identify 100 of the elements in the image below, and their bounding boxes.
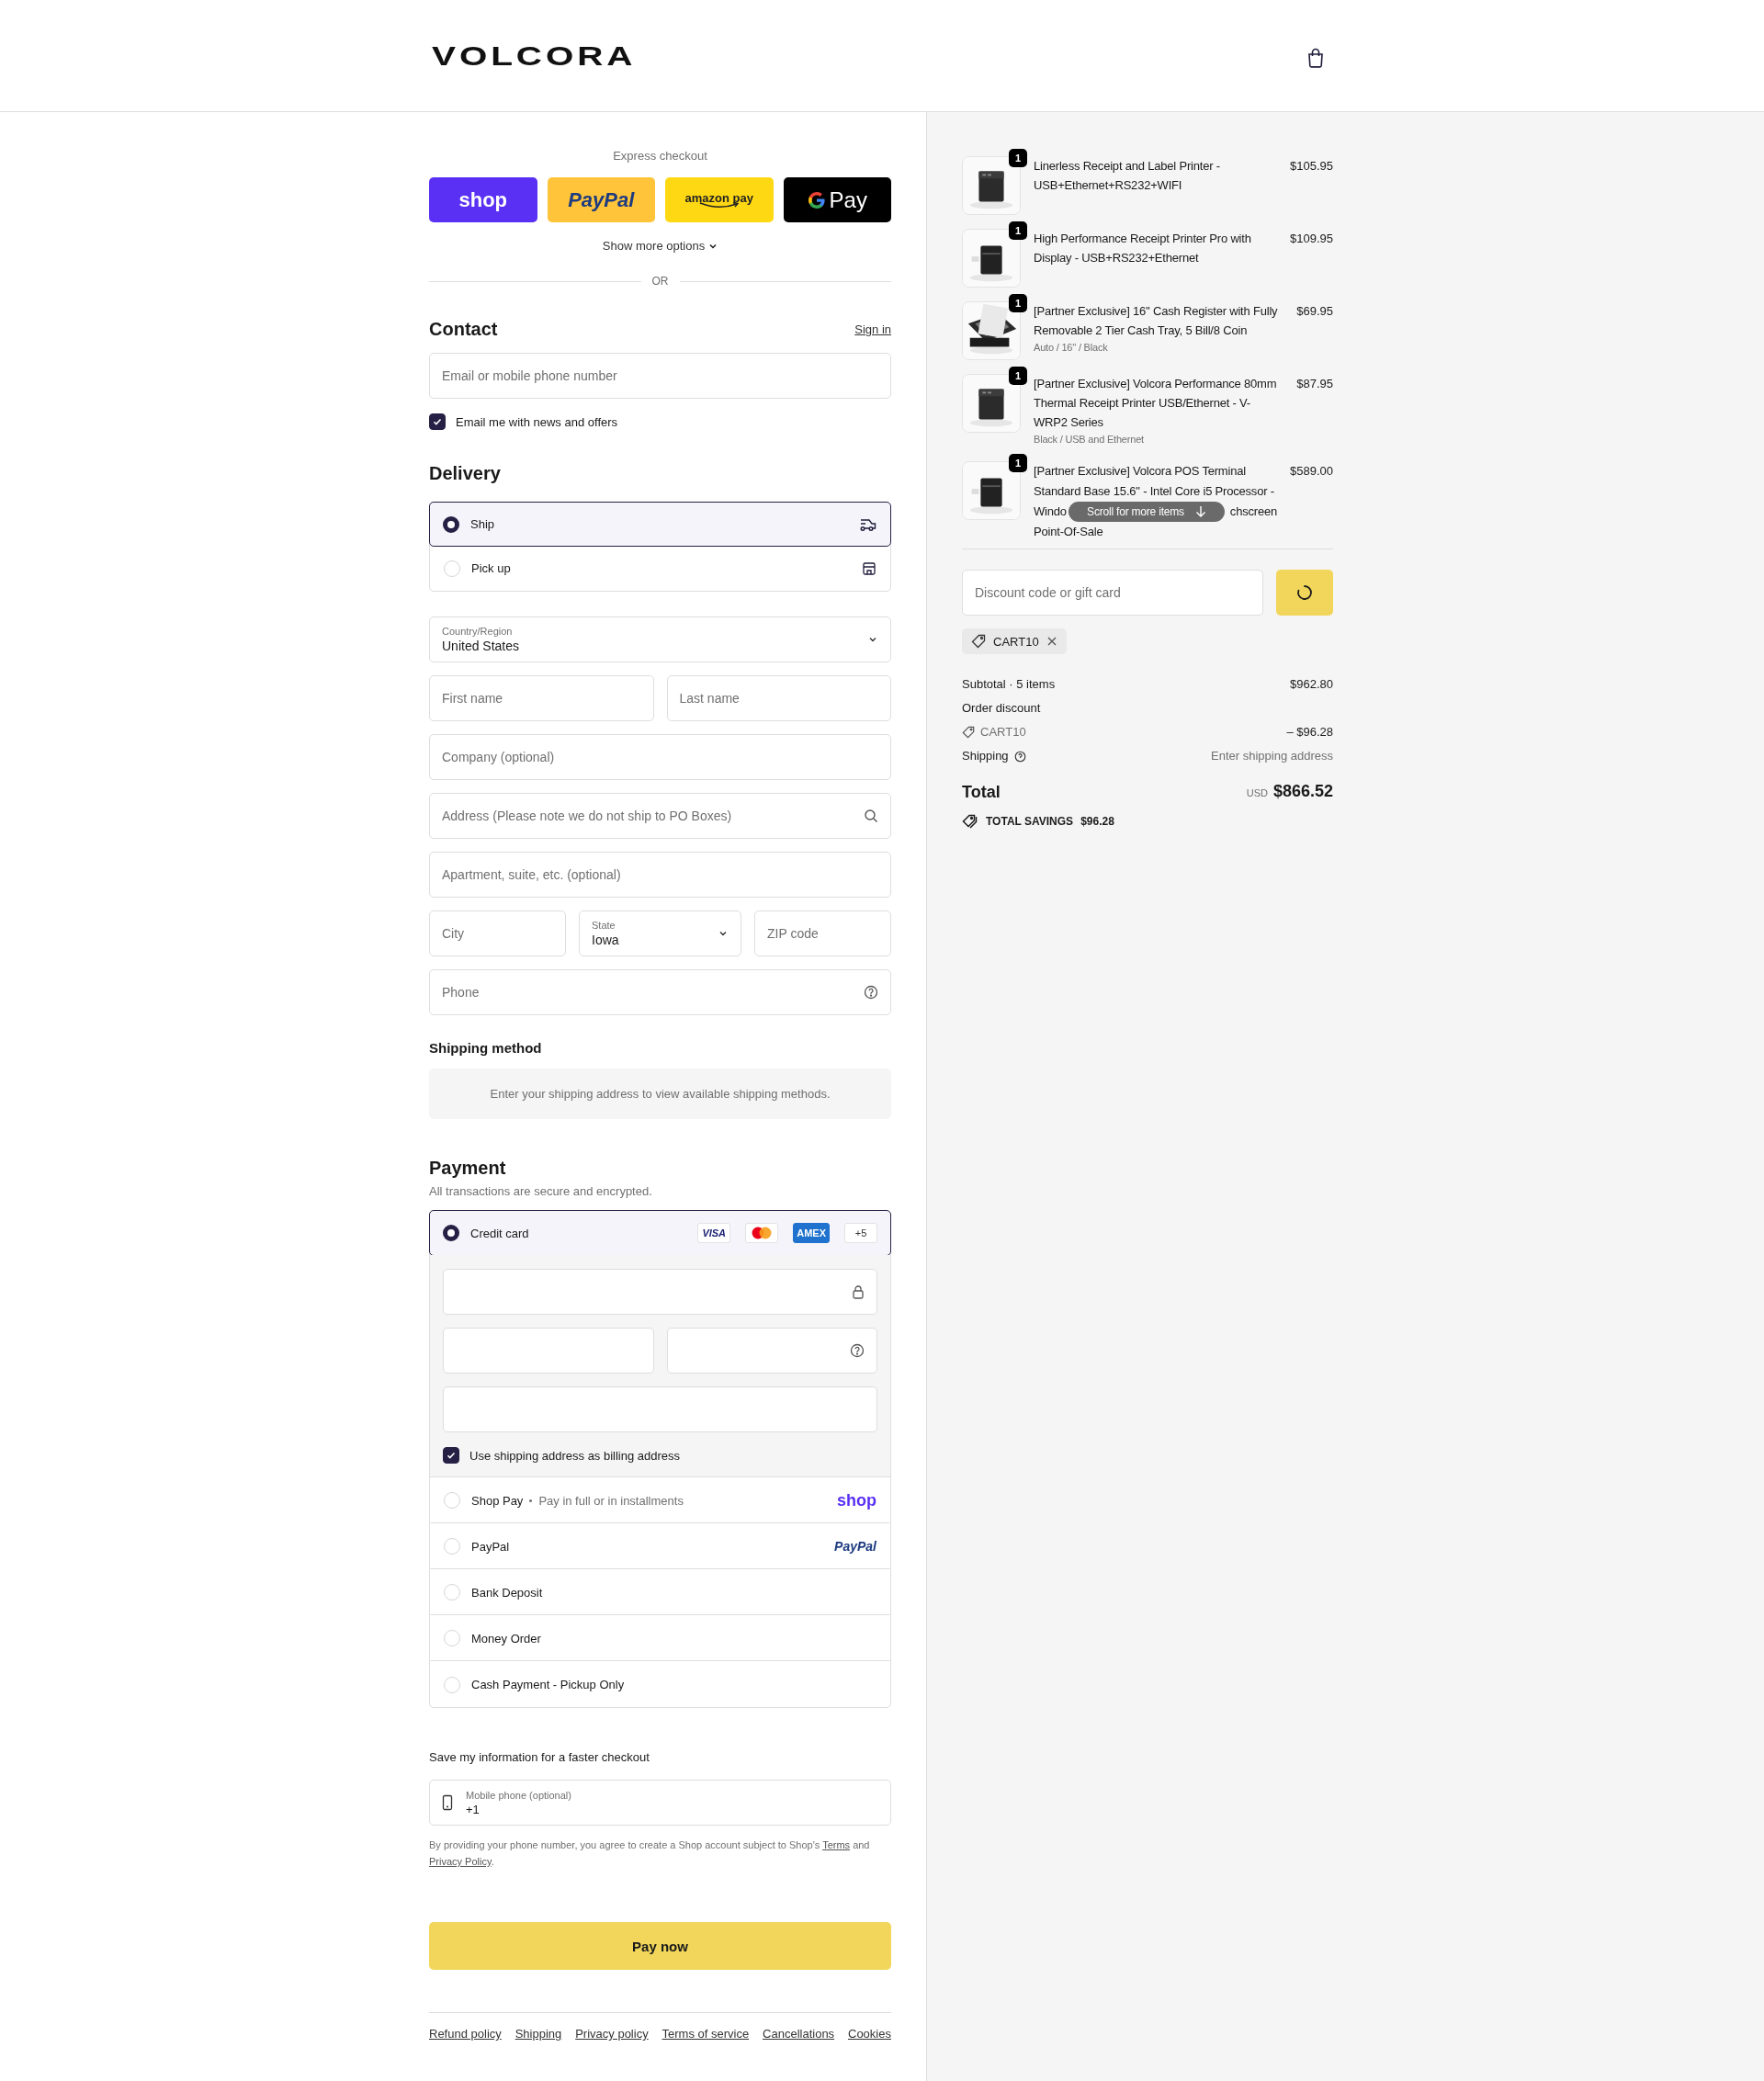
product-title: Linerless Receipt and Label Printer - USB+Ethernet+RS232+WIFI [1034, 158, 1221, 194]
footer-link[interactable]: Shipping [514, 2027, 562, 2041]
checkbox[interactable] [429, 413, 446, 430]
payment-option[interactable]: PayPal PayPal [430, 1523, 890, 1569]
lock-icon [852, 1284, 865, 1299]
product-price: $589.00 [1290, 463, 1333, 480]
express-pay-button[interactable]: PayPal [547, 177, 655, 222]
section-heading: Payment [429, 1158, 506, 1179]
help-icon [1013, 750, 1026, 763]
card-brand-badge: VISA [697, 1223, 731, 1243]
checkmark-icon [446, 1450, 457, 1461]
sign-in-link[interactable]: Sign in [854, 322, 891, 336]
input-field[interactable]: City [429, 910, 566, 956]
product-title-fragment: Point-Of-Sale [1034, 524, 1103, 540]
input-field[interactable]: Company (optional) [429, 734, 891, 780]
section-heading: Shipping method [429, 1040, 542, 1056]
close-icon[interactable] [1046, 636, 1057, 647]
input-field[interactable]: Apartment, suite, etc. (optional) [429, 852, 891, 898]
summary-label: Order discount [962, 700, 1041, 717]
product-price: $87.95 [1296, 376, 1333, 392]
discount-tag: CART10 [962, 628, 1067, 654]
section-subtitle: All transactions are secure and encrypted. [429, 1184, 653, 1198]
select-field[interactable]: State Iowa [579, 910, 741, 956]
phone-field[interactable]: Mobile phone (optional) +1 [429, 1780, 891, 1826]
summary-value: $962.80 [1290, 676, 1333, 693]
checkmark-icon [432, 416, 443, 427]
product-title-fragment: Standard Base 15.6" - Intel Core i5 Processor - [1034, 483, 1274, 500]
tags-icon [962, 814, 978, 829]
quantity-badge: 1 [1009, 367, 1027, 385]
summary-label: Subtotal · 5 items [962, 676, 1056, 693]
footer-link[interactable]: Privacy policy [575, 2027, 649, 2041]
input-field[interactable]: ZIP code [754, 910, 891, 956]
discount-code: CART10 [980, 724, 1026, 741]
product-title: High Performance Receipt Printer Pro with Display - USB+RS232+Ethernet [1034, 231, 1252, 266]
footer-link[interactable]: Cookies [848, 2027, 891, 2041]
input-field[interactable]: Address (Please note we do not ship to PO Boxes) [429, 793, 891, 839]
total-amount: $866.52 [1272, 783, 1333, 799]
help-icon [850, 1343, 865, 1358]
express-pay-button[interactable]: shop [429, 177, 537, 222]
card-brand-badge: AMEX [793, 1223, 830, 1243]
terms-link[interactable]: Terms [822, 1839, 851, 1850]
apply-button[interactable] [1276, 570, 1333, 616]
shopping-bag-icon[interactable] [1306, 47, 1325, 68]
product-title-fragment: [Partner Exclusive] Volcora POS Terminal [1034, 463, 1246, 480]
product-variant: Auto / 16'' / Black [1034, 341, 1109, 355]
product-title: [Partner Exclusive] 16'' Cash Register with Fully Removable 2 Tier Cash Tray, 5 Bill/8 Coin [1034, 303, 1279, 339]
summary-label: Shipping [962, 748, 1009, 764]
express-pay-button[interactable]: Pay [783, 177, 891, 222]
product-price: $109.95 [1290, 231, 1333, 247]
show-more-options-button[interactable]: Show more options [600, 237, 720, 254]
radio-button[interactable] [443, 1225, 459, 1241]
card-number-field[interactable] [443, 1269, 877, 1315]
checkbox[interactable] [443, 1447, 459, 1464]
privacy-policy-link[interactable]: Privacy Policy [429, 1856, 492, 1867]
section-heading: Save my information for a faster checkout [429, 1750, 650, 1764]
name-on-card-field[interactable] [443, 1386, 877, 1432]
input-field[interactable]: Email or mobile phone number [429, 353, 891, 399]
select-field[interactable]: Country/Region United States [429, 616, 891, 662]
truck-icon [859, 516, 877, 532]
payment-option[interactable]: Credit card VISA AMEX +5 [429, 1210, 891, 1256]
payment-option[interactable]: Cash Payment - Pickup Only [430, 1661, 890, 1707]
input-field[interactable]: Phone [429, 969, 891, 1015]
expiry-field[interactable] [443, 1328, 654, 1374]
product-price: $105.95 [1290, 158, 1333, 175]
savings-amount: $96.28 [1080, 815, 1114, 828]
scroll-hint[interactable]: Scroll for more items [1069, 502, 1225, 522]
store-icon [862, 560, 876, 576]
product-title: [Partner Exclusive] Volcora Performance 80mm Thermal Receipt Printer USB/Ethernet - V-WRP2 Series [1034, 376, 1278, 431]
currency-code: USD [1246, 786, 1268, 800]
pay-now-button[interactable]: Pay now [429, 1922, 891, 1970]
footer-link[interactable]: Cancellations [763, 2027, 835, 2041]
radio-button[interactable] [443, 515, 459, 533]
payment-option[interactable]: Bank Deposit [430, 1569, 890, 1615]
tag-icon [962, 726, 975, 739]
payment-option[interactable]: Money Order [430, 1615, 890, 1661]
separator-dot-icon [529, 1499, 533, 1502]
footer-link[interactable]: Terms of service [662, 2027, 750, 2041]
express-pay-button[interactable]: amazon pay [665, 177, 774, 222]
savings-label: TOTAL SAVINGS [986, 815, 1074, 828]
product-price: $69.95 [1296, 303, 1333, 320]
input-field[interactable]: Last name [666, 675, 891, 721]
security-code-field[interactable] [666, 1328, 877, 1374]
divider-label: OR [651, 275, 669, 288]
summary-value: Enter shipping address [1211, 748, 1333, 764]
delivery-option[interactable]: Pick up [430, 546, 890, 591]
payment-option[interactable]: Shop Pay Pay in full or in installments shop [430, 1477, 890, 1523]
input-field[interactable]: First name [429, 675, 654, 721]
product-title-fragment: chscreen [1229, 503, 1277, 520]
legal-notice: By providing your phone number, you agree to create a Shop account subject to Shop's Terms and Privacy Policy. [429, 1838, 871, 1869]
product-variant: Black / USB and Ethernet [1034, 433, 1145, 447]
section-label: Express checkout [613, 149, 707, 163]
summary-value: – $96.28 [1286, 724, 1333, 741]
checkbox-label: Email me with news and offers [456, 414, 618, 429]
store-logo[interactable]: VOLCORA [432, 40, 637, 72]
search-icon [864, 809, 878, 823]
footer-link[interactable]: Refund policy [429, 2027, 502, 2041]
input-field[interactable]: Discount code or gift card [962, 570, 1263, 616]
quantity-badge: 1 [1009, 454, 1027, 472]
product-title-fragment: Windo [1034, 503, 1067, 520]
delivery-option[interactable]: Ship [429, 502, 891, 547]
